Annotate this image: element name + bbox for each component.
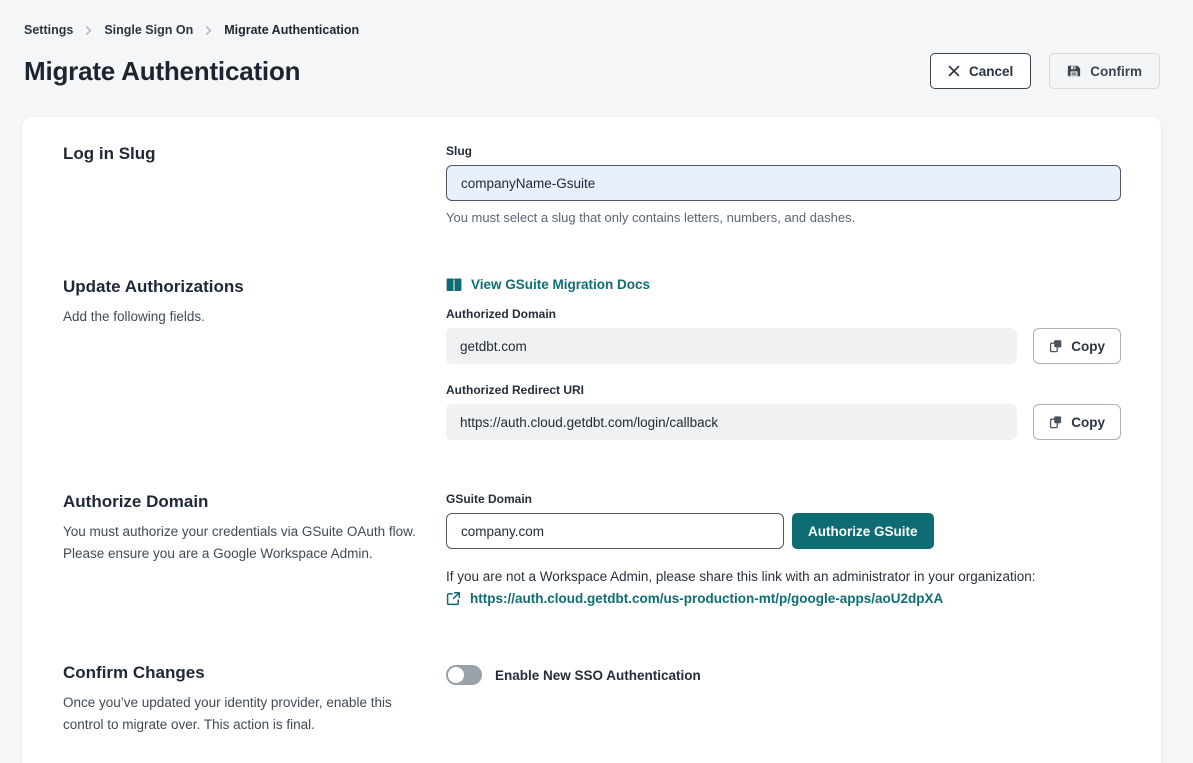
authorized-domain-label: Authorized Domain	[446, 307, 1121, 321]
update-authorizations-heading: Update Authorizations	[63, 277, 416, 297]
breadcrumb-single-sign-on[interactable]: Single Sign On	[104, 23, 193, 37]
authorize-domain-description: You must authorize your credentials via …	[63, 521, 416, 565]
slug-label: Slug	[446, 144, 1121, 158]
page-title: Migrate Authentication	[24, 56, 300, 87]
copy-button-label: Copy	[1071, 339, 1105, 354]
chevron-right-icon	[83, 25, 94, 36]
toggle-knob	[448, 667, 464, 683]
slug-input[interactable]	[446, 165, 1121, 201]
authorized-domain-value: getdbt.com	[446, 328, 1017, 364]
enable-sso-toggle-label: Enable New SSO Authentication	[495, 668, 701, 683]
gsuite-migration-docs-link[interactable]: View GSuite Migration Docs	[446, 277, 650, 292]
authorize-domain-heading: Authorize Domain	[63, 492, 416, 512]
gsuite-domain-label: GSuite Domain	[446, 492, 1121, 506]
copy-redirect-uri-button[interactable]: Copy	[1033, 404, 1121, 440]
gsuite-migration-docs-label: View GSuite Migration Docs	[471, 277, 650, 292]
copy-icon	[1049, 415, 1063, 429]
section-confirm-changes: Confirm Changes Once you’ve updated your…	[63, 663, 1121, 736]
gsuite-domain-input[interactable]	[446, 513, 784, 549]
breadcrumb: Settings Single Sign On Migrate Authenti…	[24, 23, 1160, 37]
authorized-redirect-uri-label: Authorized Redirect URI	[446, 383, 1121, 397]
confirm-changes-description: Once you’ve updated your identity provid…	[63, 692, 416, 736]
x-icon	[948, 65, 960, 77]
breadcrumb-settings[interactable]: Settings	[24, 23, 73, 37]
breadcrumb-migrate-authentication: Migrate Authentication	[224, 23, 359, 37]
header-actions: Cancel Confirm	[930, 53, 1160, 89]
external-link-icon	[446, 591, 461, 606]
section-login-slug: Log in Slug Slug You must select a slug …	[63, 144, 1121, 225]
confirm-changes-heading: Confirm Changes	[63, 663, 416, 683]
book-icon	[446, 278, 462, 292]
chevron-right-icon	[203, 25, 214, 36]
share-link[interactable]: https://auth.cloud.getdbt.com/us-product…	[446, 591, 943, 606]
enable-sso-toggle[interactable]	[446, 665, 482, 685]
section-authorize-domain: Authorize Domain You must authorize your…	[63, 492, 1121, 611]
update-authorizations-description: Add the following fields.	[63, 306, 416, 328]
page-header: Settings Single Sign On Migrate Authenti…	[0, 0, 1193, 89]
settings-card: Log in Slug Slug You must select a slug …	[22, 117, 1161, 763]
copy-authorized-domain-button[interactable]: Copy	[1033, 328, 1121, 364]
save-icon	[1067, 64, 1081, 78]
section-update-authorizations: Update Authorizations Add the following …	[63, 277, 1121, 440]
copy-button-label: Copy	[1071, 415, 1105, 430]
cancel-button-label: Cancel	[969, 64, 1013, 79]
slug-helper-text: You must select a slug that only contain…	[446, 210, 1121, 225]
confirm-button[interactable]: Confirm	[1049, 53, 1160, 89]
authorize-gsuite-button[interactable]: Authorize GSuite	[792, 513, 934, 549]
workspace-admin-note: If you are not a Workspace Admin, please…	[446, 569, 1121, 584]
share-link-url: https://auth.cloud.getdbt.com/us-product…	[470, 591, 943, 606]
confirm-button-label: Confirm	[1090, 64, 1142, 79]
copy-icon	[1049, 339, 1063, 353]
login-slug-heading: Log in Slug	[63, 144, 416, 164]
authorized-redirect-uri-value: https://auth.cloud.getdbt.com/login/call…	[446, 404, 1017, 440]
cancel-button[interactable]: Cancel	[930, 53, 1031, 89]
